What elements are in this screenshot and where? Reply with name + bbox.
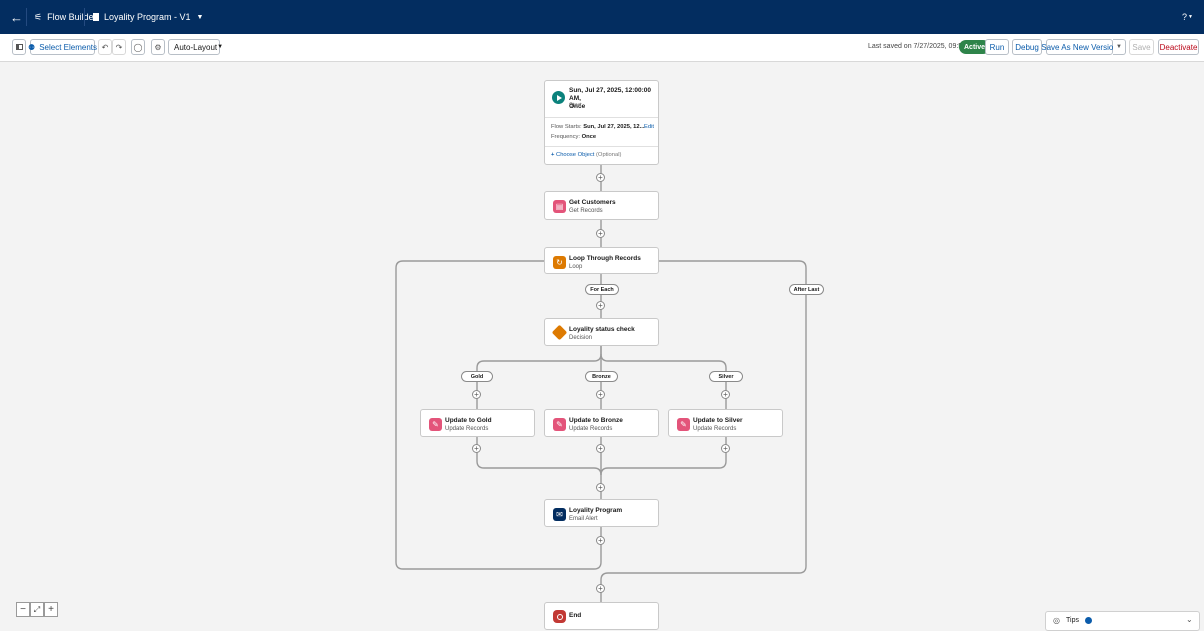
choose-object-hint: (Optional)	[596, 152, 622, 158]
frequency-row: Frequency: Once	[551, 134, 596, 140]
update-bronze-node[interactable]: ✎ Update to Bronze Update Records	[544, 409, 659, 437]
update-records-icon: ✎	[677, 418, 690, 431]
add-element-button[interactable]: +	[596, 229, 605, 238]
plus-icon: +	[598, 535, 603, 545]
edit-schedule-link[interactable]: Edit	[644, 124, 654, 130]
plus-icon: +	[474, 443, 479, 453]
node-title: Loop Through Records	[569, 255, 641, 262]
fit-to-view-button[interactable]: ⤢	[30, 602, 44, 617]
bronze-outcome-label: Bronze	[585, 371, 618, 382]
start-divider	[545, 117, 658, 118]
get-customers-node[interactable]: ▤ Get Customers Get Records	[544, 191, 659, 220]
add-element-button[interactable]: +	[596, 483, 605, 492]
node-subtitle: Email Alert	[569, 516, 598, 522]
frequency-label: Frequency:	[551, 134, 580, 140]
plus-icon: +	[598, 482, 603, 492]
plus-icon: +	[598, 443, 603, 453]
tips-panel[interactable]: ◎ Tips ⌄	[1045, 611, 1200, 631]
plus-icon: +	[598, 389, 603, 399]
node-title: End	[569, 612, 582, 619]
node-subtitle: Loop	[569, 264, 583, 270]
start-divider-2	[545, 146, 658, 147]
node-title: Update to Bronze	[569, 417, 623, 424]
start-title-line2: Once	[569, 103, 586, 110]
get-records-icon: ▤	[553, 200, 566, 213]
node-subtitle: Update Records	[569, 426, 613, 432]
add-element-button[interactable]: +	[596, 584, 605, 593]
email-alert-node[interactable]: ✉ Loyality Program Email Alert	[544, 499, 659, 527]
add-element-button[interactable]: +	[721, 390, 730, 399]
plus-icon: +	[723, 443, 728, 453]
gold-outcome-label: Gold	[461, 371, 493, 382]
node-title: Update to Silver	[693, 417, 743, 424]
start-subtitle: Start	[569, 103, 582, 109]
add-icon: +	[551, 152, 555, 158]
add-element-button[interactable]: +	[596, 301, 605, 310]
update-gold-node[interactable]: ✎ Update to Gold Update Records	[420, 409, 535, 437]
start-icon	[552, 91, 565, 104]
minus-icon: −	[20, 604, 26, 615]
frequency-value: Once	[581, 134, 597, 140]
node-title: Loyality status check	[569, 326, 635, 333]
decision-node[interactable]: Loyality status check Decision	[544, 318, 659, 346]
flow-starts-value: Sun, Jul 27, 2025, 12...	[583, 124, 645, 130]
node-subtitle: Get Records	[569, 208, 603, 214]
lightbulb-icon: ◎	[1053, 616, 1060, 625]
start-node[interactable]: Sun, Jul 27, 2025, 12:00:00 AM, Once Sta…	[544, 80, 659, 165]
flow-starts-row: Flow Starts: Sun, Jul 27, 2025, 12...	[551, 124, 644, 130]
update-records-icon: ✎	[553, 418, 566, 431]
add-element-button[interactable]: +	[596, 173, 605, 182]
plus-icon: +	[598, 300, 603, 310]
node-subtitle: Update Records	[445, 426, 489, 432]
flow-starts-label: Flow Starts:	[551, 124, 582, 130]
expand-icon: ⤢	[33, 604, 41, 614]
choose-object-link[interactable]: + Choose Object (Optional)	[551, 152, 621, 158]
start-title-line1: Sun, Jul 27, 2025, 12:00:00 AM,	[569, 87, 652, 102]
silver-outcome-label: Silver	[709, 371, 743, 382]
end-node[interactable]: End	[544, 602, 659, 630]
after-last-connector-label: After Last	[789, 284, 824, 295]
plus-icon: +	[598, 583, 603, 593]
add-element-button[interactable]: +	[596, 444, 605, 453]
stop-icon	[553, 610, 566, 623]
node-title: Loyality Program	[569, 507, 623, 514]
start-schedule-title: Sun, Jul 27, 2025, 12:00:00 AM, Once	[569, 87, 658, 111]
plus-icon: +	[48, 604, 54, 615]
add-element-button[interactable]: +	[596, 390, 605, 399]
plus-icon: +	[474, 389, 479, 399]
add-element-button[interactable]: +	[721, 444, 730, 453]
add-element-button[interactable]: +	[596, 536, 605, 545]
update-records-icon: ✎	[429, 418, 442, 431]
loop-icon: ↻	[553, 256, 566, 269]
add-element-button[interactable]: +	[472, 444, 481, 453]
node-subtitle: Decision	[569, 335, 593, 341]
plus-icon: +	[598, 172, 603, 182]
email-icon: ✉	[553, 508, 566, 521]
node-title: Update to Gold	[445, 417, 492, 424]
update-silver-node[interactable]: ✎ Update to Silver Update Records	[668, 409, 783, 437]
zoom-out-button[interactable]: −	[16, 602, 30, 617]
for-each-connector-label: For Each	[585, 284, 619, 295]
choose-object-label: Choose Object	[556, 152, 595, 158]
node-subtitle: Update Records	[693, 426, 737, 432]
loop-node[interactable]: ↻ Loop Through Records Loop	[544, 247, 659, 274]
zoom-in-button[interactable]: +	[44, 602, 58, 617]
plus-icon: +	[598, 228, 603, 238]
decision-icon	[551, 324, 568, 341]
node-title: Get Customers	[569, 199, 616, 206]
add-element-button[interactable]: +	[472, 390, 481, 399]
plus-icon: +	[723, 389, 728, 399]
